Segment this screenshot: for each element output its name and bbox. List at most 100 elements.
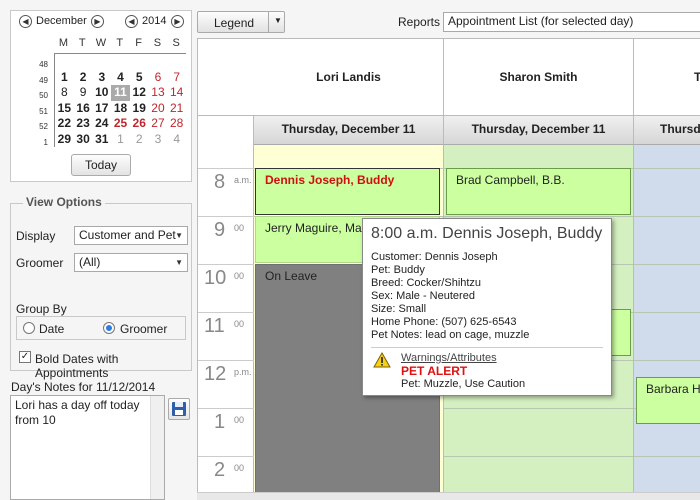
calendar-day[interactable]: 24 — [92, 116, 111, 132]
calendar-day[interactable]: 3 — [92, 70, 111, 86]
day-notes-textarea[interactable]: Lori has a day off today from 10 — [10, 395, 165, 500]
week-number: 50 — [39, 91, 48, 100]
hour-label: 8 — [214, 171, 226, 193]
calendar-week-row: 29 30 31 1 2 3 4 — [55, 132, 186, 148]
calendar-day-selected[interactable]: 11 — [111, 85, 130, 101]
pet-alert-detail: Pet: Muzzle, Use Caution — [401, 378, 526, 390]
calendar-day[interactable]: 22 — [55, 116, 74, 132]
time-slot-9: 9 00 — [198, 216, 254, 241]
calendar-day[interactable]: 21 — [167, 101, 186, 117]
weekday: S — [153, 37, 162, 49]
minute-label: a.m. — [234, 175, 252, 185]
calendar-day[interactable]: 7 — [167, 70, 186, 86]
appointment-barbara[interactable]: Barbara Ho — [636, 377, 700, 424]
calendar-day[interactable]: 19 — [130, 101, 149, 117]
calendar-day[interactable]: 18 — [111, 101, 130, 117]
day-header-lori: Thursday, December 11 — [254, 116, 444, 145]
calendar-day[interactable] — [55, 54, 74, 70]
calendar-day[interactable]: 8 — [55, 85, 74, 101]
weekday: M — [58, 37, 68, 49]
calendar-day[interactable]: 29 — [55, 132, 74, 148]
notes-scrollbar[interactable] — [150, 396, 164, 499]
weekday: T — [78, 37, 86, 49]
calendar-day[interactable]: 30 — [74, 132, 93, 148]
calendar-day[interactable] — [111, 54, 130, 70]
bold-dates-checkbox[interactable]: ✓ — [19, 351, 31, 363]
calendar-day[interactable]: 1 — [111, 132, 130, 148]
calendar-day[interactable] — [74, 54, 93, 70]
calendar-day[interactable]: 10 — [92, 85, 111, 101]
save-notes-button[interactable] — [168, 398, 190, 420]
today-button[interactable]: Today — [71, 154, 131, 176]
third-groomer-column[interactable] — [634, 145, 700, 500]
calendar-day[interactable]: 28 — [167, 116, 186, 132]
reports-select[interactable]: Appointment List (for selected day) — [443, 12, 700, 32]
dropdown-arrow-icon: ▼ — [175, 231, 183, 240]
calendar-day[interactable]: 3 — [149, 132, 168, 148]
prev-year-icon[interactable]: ◀ — [125, 15, 138, 28]
calendar-day[interactable]: 27 — [149, 116, 168, 132]
calendar-day[interactable] — [149, 54, 168, 70]
appointment-brad-campbell[interactable]: Brad Campbell, B.B. — [446, 168, 631, 215]
week-number: 52 — [39, 122, 48, 131]
calendar-day[interactable]: 17 — [92, 101, 111, 117]
calendar-day[interactable]: 4 — [167, 132, 186, 148]
calendar-day[interactable]: 2 — [130, 132, 149, 148]
day-header-sharon: Thursday, December 11 — [444, 116, 634, 145]
horizontal-scrollbar[interactable] — [197, 492, 700, 500]
calendar-day[interactable]: 16 — [74, 101, 93, 117]
minute-label: 00 — [234, 271, 245, 281]
reports-label: Reports — [398, 15, 441, 29]
calendar-week-row: 22 23 24 25 26 27 28 — [55, 116, 186, 132]
calendar-day[interactable]: 1 — [55, 70, 74, 86]
appointment-dennis-joseph[interactable]: Dennis Joseph, Buddy — [255, 168, 440, 215]
calendar-day[interactable] — [130, 54, 149, 70]
calendar-day[interactable]: 5 — [130, 70, 149, 86]
minute-label: 00 — [234, 463, 245, 473]
time-slot-12: 12 p.m. — [198, 360, 254, 385]
week-numbers: 48 49 50 51 52 1 — [28, 57, 52, 150]
groomer-header-sharon: Sharon Smith — [444, 39, 634, 116]
calendar-day[interactable]: 15 — [55, 101, 74, 117]
calendar-day[interactable]: 20 — [149, 101, 168, 117]
notes-label: Day's Notes for 11/12/2014 — [11, 380, 156, 394]
warning-icon — [373, 352, 391, 368]
hour-label: 9 — [214, 219, 226, 241]
legend-dropdown-arrow-icon[interactable]: ▼ — [274, 16, 282, 25]
calendar-day[interactable]: 13 — [149, 85, 168, 101]
hour-label: 10 — [204, 267, 227, 289]
calendar-week-row: 8 9 10 11 12 13 14 — [55, 85, 186, 101]
minute-label: 00 — [234, 223, 245, 233]
tooltip-warnings: Warnings/Attributes PET ALERT Pet: Muzzl… — [371, 352, 603, 391]
tooltip-phone: Home Phone: (507) 625-6543 — [371, 316, 517, 328]
display-select[interactable]: Customer and Pet ▼ — [74, 226, 188, 245]
calendar-day[interactable]: 2 — [74, 70, 93, 86]
calendar-day[interactable]: 31 — [92, 132, 111, 148]
calendar-day[interactable]: 14 — [167, 85, 186, 101]
legend-split-divider — [268, 12, 269, 32]
next-month-icon[interactable]: ▶ — [91, 15, 104, 28]
groomer-select[interactable]: (All) ▼ — [74, 253, 188, 272]
legend-button[interactable]: Legend ▼ — [197, 11, 285, 33]
prev-month-icon[interactable]: ◀ — [19, 15, 32, 28]
calendar-year: 2014 — [142, 15, 167, 27]
calendar-week-row: 1234567 — [55, 70, 186, 86]
group-by-groomer-radio[interactable] — [103, 322, 115, 334]
minute-label: p.m. — [234, 367, 252, 377]
calendar-day[interactable]: 9 — [74, 85, 93, 101]
calendar-day[interactable]: 26 — [130, 116, 149, 132]
calendar-day[interactable]: 25 — [111, 116, 130, 132]
calendar-day[interactable] — [92, 54, 111, 70]
group-by-date-radio[interactable] — [23, 322, 35, 334]
calendar-day[interactable] — [167, 54, 186, 70]
calendar-day[interactable]: 23 — [74, 116, 93, 132]
hour-label: 2 — [214, 459, 226, 481]
view-options-title: View Options — [23, 195, 105, 209]
next-year-icon[interactable]: ▶ — [171, 15, 184, 28]
hour-label: 11 — [204, 315, 225, 337]
calendar-day[interactable]: 12 — [130, 85, 149, 101]
calendar-day[interactable]: 4 — [111, 70, 130, 86]
time-slot-8: 8 a.m. — [198, 168, 254, 193]
tooltip-customer: Customer: Dennis Joseph — [371, 251, 498, 263]
calendar-day[interactable]: 6 — [149, 70, 168, 86]
